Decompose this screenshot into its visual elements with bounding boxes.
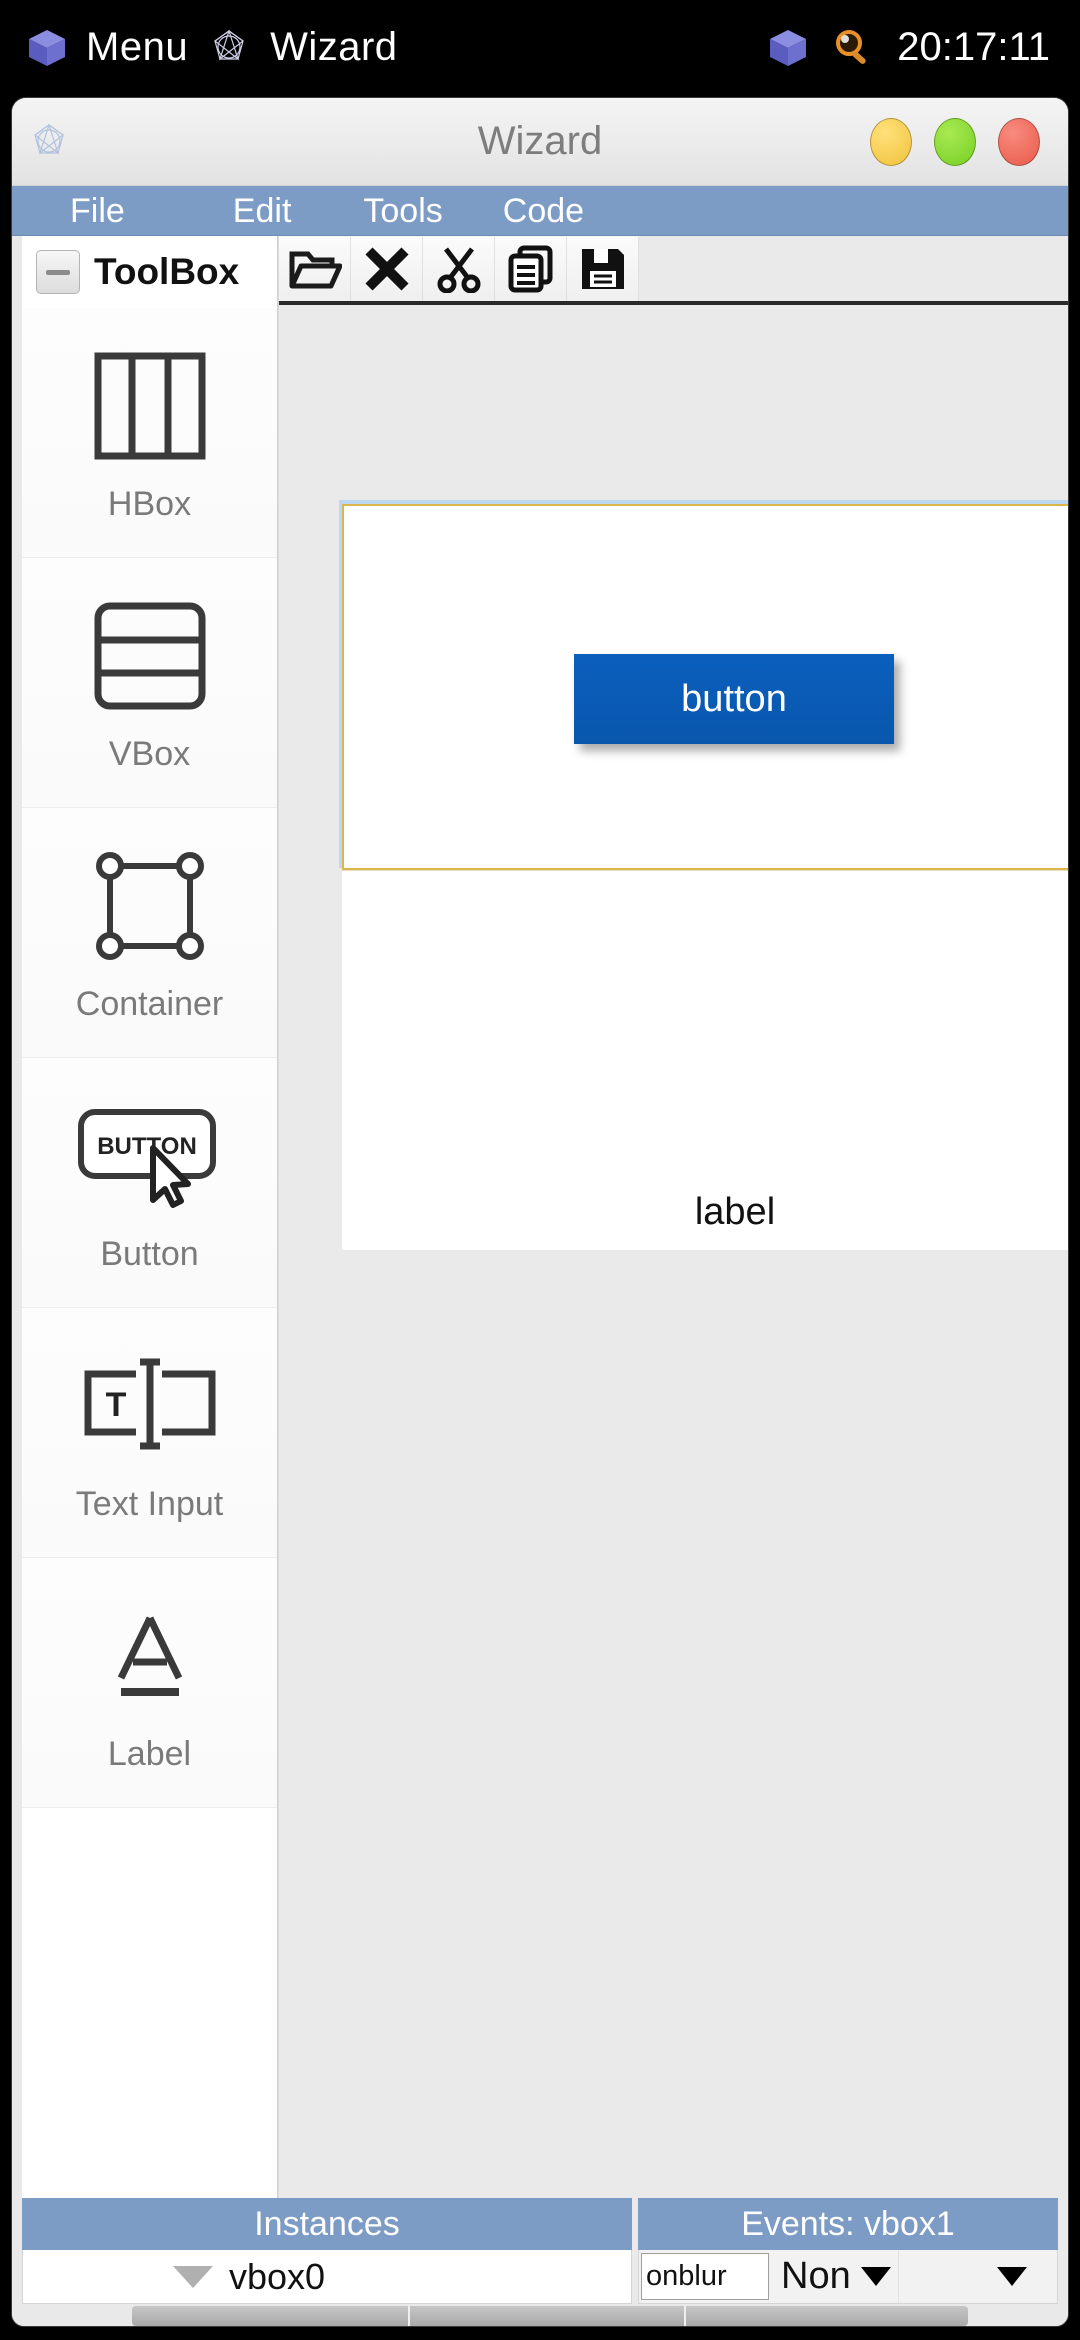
vbox-secondary-container[interactable]: label: [342, 870, 1068, 1250]
toolbox-label-text-input: Text Input: [76, 1485, 223, 1524]
cube-icon-tray[interactable]: [767, 27, 809, 69]
toolbox-item-text-input[interactable]: T Text Input: [22, 1308, 277, 1558]
event-handler-select[interactable]: Non: [769, 2250, 899, 2303]
menu-edit[interactable]: Edit: [223, 194, 302, 228]
toolbox-panel: ToolBox HBox: [22, 236, 278, 2274]
toolbox-collapse-button[interactable]: [36, 250, 80, 294]
toolbox-item-vbox[interactable]: VBox: [22, 558, 277, 808]
menubar: File Edit Tools Code: [12, 186, 1068, 236]
cut-icon[interactable]: [423, 237, 495, 301]
open-folder-icon[interactable]: [279, 237, 351, 301]
delete-icon[interactable]: [351, 237, 423, 301]
svg-text:T: T: [105, 1386, 126, 1424]
window-resize-grip[interactable]: [132, 2306, 968, 2326]
magnifier-icon[interactable]: [831, 26, 875, 70]
toolbox-label-hbox: HBox: [108, 485, 191, 524]
window-titlebar: Wizard: [12, 98, 1068, 186]
toolbox-item-hbox[interactable]: HBox: [22, 308, 277, 558]
event-extra-select[interactable]: [899, 2250, 1057, 2303]
main-body: ToolBox HBox: [12, 236, 1068, 2326]
button-icon: BUTTON: [75, 1091, 225, 1221]
svg-text:BUTTON: BUTTON: [97, 1133, 197, 1160]
designed-form: button label: [342, 504, 1068, 1250]
vbox-icon: [92, 591, 208, 721]
wizard-window: Wizard File Edit Tools Code ToolBox: [12, 98, 1068, 2326]
label-icon: [95, 1591, 205, 1721]
menu-file[interactable]: File: [60, 194, 135, 228]
instances-dock: Instances vbox0: [22, 2198, 632, 2304]
container-icon: [92, 841, 208, 971]
toolbox-header: ToolBox: [22, 236, 277, 308]
canvas-label-widget[interactable]: label: [342, 1191, 1068, 1234]
toolbox-label-button: Button: [100, 1235, 198, 1274]
editor-toolbar: [279, 236, 639, 301]
events-body: onblur Non: [638, 2250, 1058, 2304]
save-icon[interactable]: [567, 237, 639, 301]
instances-tree-row[interactable]: vbox0: [23, 2256, 325, 2298]
events-dock: Events: vbox1 onblur Non: [638, 2198, 1058, 2304]
toolbox-item-list: HBox VBox: [22, 308, 277, 1808]
chevron-down-icon: [861, 2267, 891, 2286]
events-header: Events: vbox1: [638, 2198, 1058, 2250]
toolbox-item-label[interactable]: Label: [22, 1558, 277, 1808]
toolbox-label-label: Label: [108, 1735, 191, 1774]
maximize-button[interactable]: [934, 118, 976, 166]
copy-icon[interactable]: [495, 237, 567, 301]
toolbox-item-container[interactable]: Container: [22, 808, 277, 1058]
event-handler-value: Non: [781, 2255, 851, 2298]
instances-body[interactable]: vbox0: [22, 2250, 632, 2304]
chevron-down-icon: [997, 2267, 1027, 2286]
toolbox-title: ToolBox: [94, 251, 239, 293]
hbox-icon: [92, 341, 208, 471]
bottom-docks: Instances vbox0 Events: vbox1 onblur Non: [22, 2198, 1058, 2304]
event-name-input[interactable]: onblur: [641, 2253, 769, 2300]
toolbox-label-vbox: VBox: [109, 735, 190, 774]
system-status-bar: Menu Wizard: [0, 0, 1080, 95]
canvas-button-widget[interactable]: button: [574, 654, 894, 744]
menu-code[interactable]: Code: [493, 194, 594, 228]
toolbar-divider: [279, 301, 1068, 305]
toolbox-label-container: Container: [76, 985, 223, 1024]
menu-label[interactable]: Menu: [86, 25, 188, 70]
vbox-selected-container[interactable]: button: [342, 504, 1068, 870]
wizard-icon: [206, 25, 252, 71]
chevron-down-icon[interactable]: [173, 2266, 213, 2288]
close-button[interactable]: [998, 118, 1040, 166]
system-clock: 20:17:11: [897, 25, 1050, 70]
menu-tools[interactable]: Tools: [353, 194, 452, 228]
app-title-label: Wizard: [270, 25, 397, 70]
toolbox-item-button[interactable]: BUTTON Button: [22, 1058, 277, 1308]
minimize-button[interactable]: [870, 118, 912, 166]
instance-item-vbox0[interactable]: vbox0: [229, 2256, 325, 2298]
text-input-icon: T: [74, 1341, 226, 1471]
cube-icon: [26, 27, 68, 69]
instances-header: Instances: [22, 2198, 632, 2250]
designer-canvas[interactable]: button label: [279, 236, 1068, 2274]
